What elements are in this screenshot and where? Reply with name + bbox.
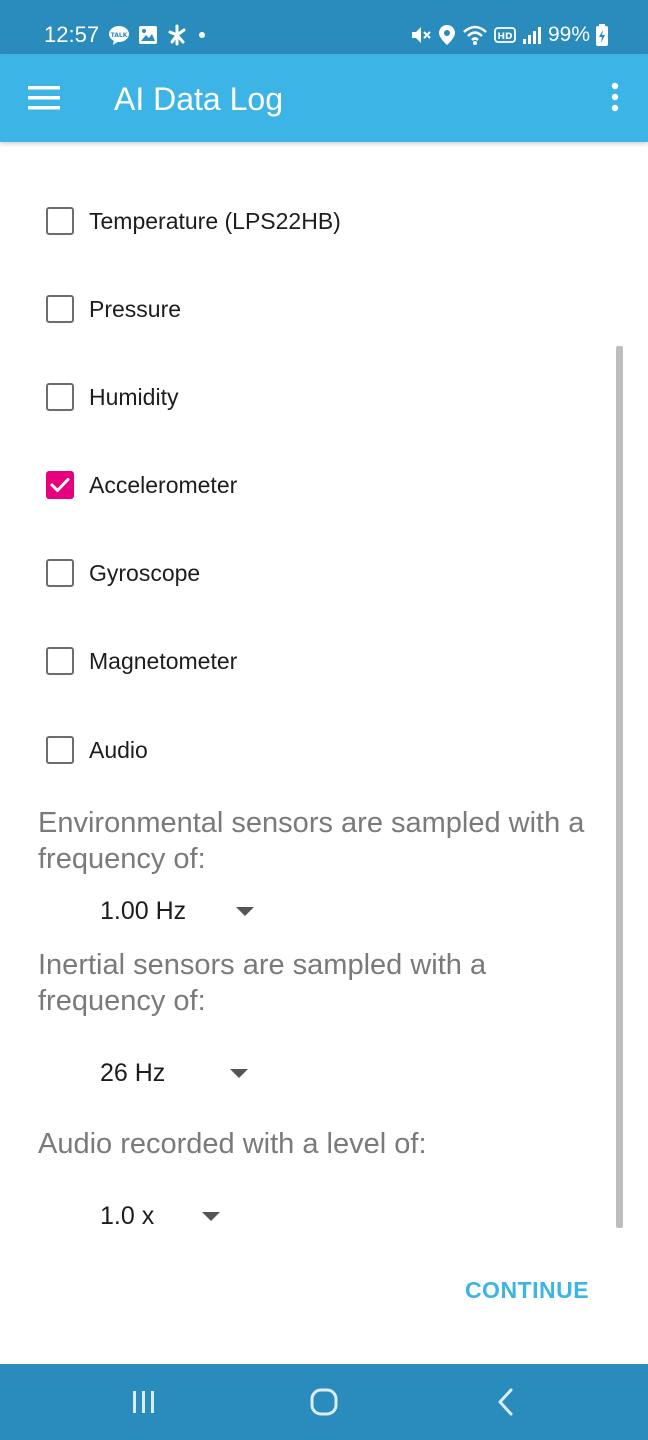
app-title: AI Data Log xyxy=(114,81,283,117)
checkbox-box[interactable] xyxy=(46,471,74,499)
continue-button[interactable]: CONTINUE xyxy=(460,1272,594,1308)
checkbox-label: Magnetometer xyxy=(89,647,238,674)
hd-icon: HD xyxy=(494,26,516,44)
audio-level-text: Audio recorded with a level of: xyxy=(38,1128,427,1160)
status-time: 12:57 xyxy=(44,22,100,47)
back-button[interactable] xyxy=(476,1380,536,1424)
svg-text:HD: HD xyxy=(497,32,512,42)
spinner-value: 1.00 Hz xyxy=(100,896,187,925)
scrollbar[interactable] xyxy=(616,346,623,1228)
checkbox-label: Temperature (LPS22HB) xyxy=(89,207,341,234)
checkbox-temperature[interactable]: Temperature (LPS22HB) xyxy=(46,201,341,241)
checkbox-gyroscope[interactable]: Gyroscope xyxy=(46,553,200,593)
talk-icon: TALK xyxy=(108,25,130,45)
dropdown-arrow-icon xyxy=(202,1212,220,1221)
menu-button[interactable] xyxy=(22,80,66,116)
battery-percent: 99% xyxy=(547,23,590,46)
svg-text:TALK: TALK xyxy=(111,32,128,39)
environmental-frequency-text: Environmental sensors are sampled with a… xyxy=(38,807,585,875)
navigation-bar xyxy=(0,1364,648,1440)
checkbox-label: Accelerometer xyxy=(89,471,238,498)
checkbox-box[interactable] xyxy=(46,207,74,235)
status-bar: 12:57 TALK HD 99% xyxy=(0,0,648,54)
spinner-value: 26 Hz xyxy=(100,1058,166,1087)
back-arrow-icon xyxy=(498,1388,513,1416)
app-icon xyxy=(166,24,188,46)
checkbox-box[interactable] xyxy=(46,736,74,764)
checkbox-magnetometer[interactable]: Magnetometer xyxy=(46,641,237,681)
notification-icons: TALK xyxy=(108,24,208,46)
recent-apps-icon xyxy=(133,1391,154,1413)
recent-apps-button[interactable] xyxy=(114,1380,174,1424)
checkbox-box[interactable] xyxy=(46,383,74,411)
overflow-menu-button[interactable] xyxy=(600,78,630,118)
home-icon xyxy=(310,1388,338,1416)
home-button[interactable] xyxy=(294,1380,354,1424)
checkbox-box[interactable] xyxy=(46,295,74,323)
checkmark-icon xyxy=(50,478,70,492)
signal-icon xyxy=(522,25,542,45)
checkbox-pressure[interactable]: Pressure xyxy=(46,289,181,329)
checkbox-accelerometer[interactable]: Accelerometer xyxy=(46,465,237,505)
inertial-frequency-spinner[interactable]: 26 Hz xyxy=(100,1053,250,1093)
inertial-frequency-text: Inertial sensors are sampled with a freq… xyxy=(38,949,487,1017)
battery-icon xyxy=(596,24,608,46)
location-icon xyxy=(438,24,456,46)
system-icons: HD 99% xyxy=(410,22,608,48)
dropdown-arrow-icon xyxy=(230,1069,248,1078)
spinner-value: 1.0 x xyxy=(100,1201,155,1230)
mute-icon xyxy=(410,24,432,46)
checkbox-box[interactable] xyxy=(46,647,74,675)
checkbox-box[interactable] xyxy=(46,559,74,587)
checkbox-label: Audio xyxy=(89,736,148,763)
dot-icon xyxy=(196,29,208,41)
hamburger-menu-icon xyxy=(28,86,60,110)
audio-level-spinner[interactable]: 1.0 x xyxy=(100,1196,222,1236)
more-vert-icon xyxy=(611,82,619,112)
checkbox-label: Humidity xyxy=(89,383,179,410)
environmental-frequency-spinner[interactable]: 1.00 Hz xyxy=(100,891,260,931)
wifi-icon xyxy=(462,24,488,46)
checkbox-audio[interactable]: Audio xyxy=(46,730,148,770)
dropdown-arrow-icon xyxy=(236,907,254,916)
checkbox-label: Gyroscope xyxy=(89,559,201,586)
checkbox-label: Pressure xyxy=(89,295,182,322)
sensor-config-panel: Temperature (LPS22HB) Pressure Humidity … xyxy=(0,142,648,1364)
gallery-icon xyxy=(138,25,158,45)
checkbox-humidity[interactable]: Humidity xyxy=(46,377,178,417)
app-bar: AI Data Log xyxy=(0,54,648,142)
